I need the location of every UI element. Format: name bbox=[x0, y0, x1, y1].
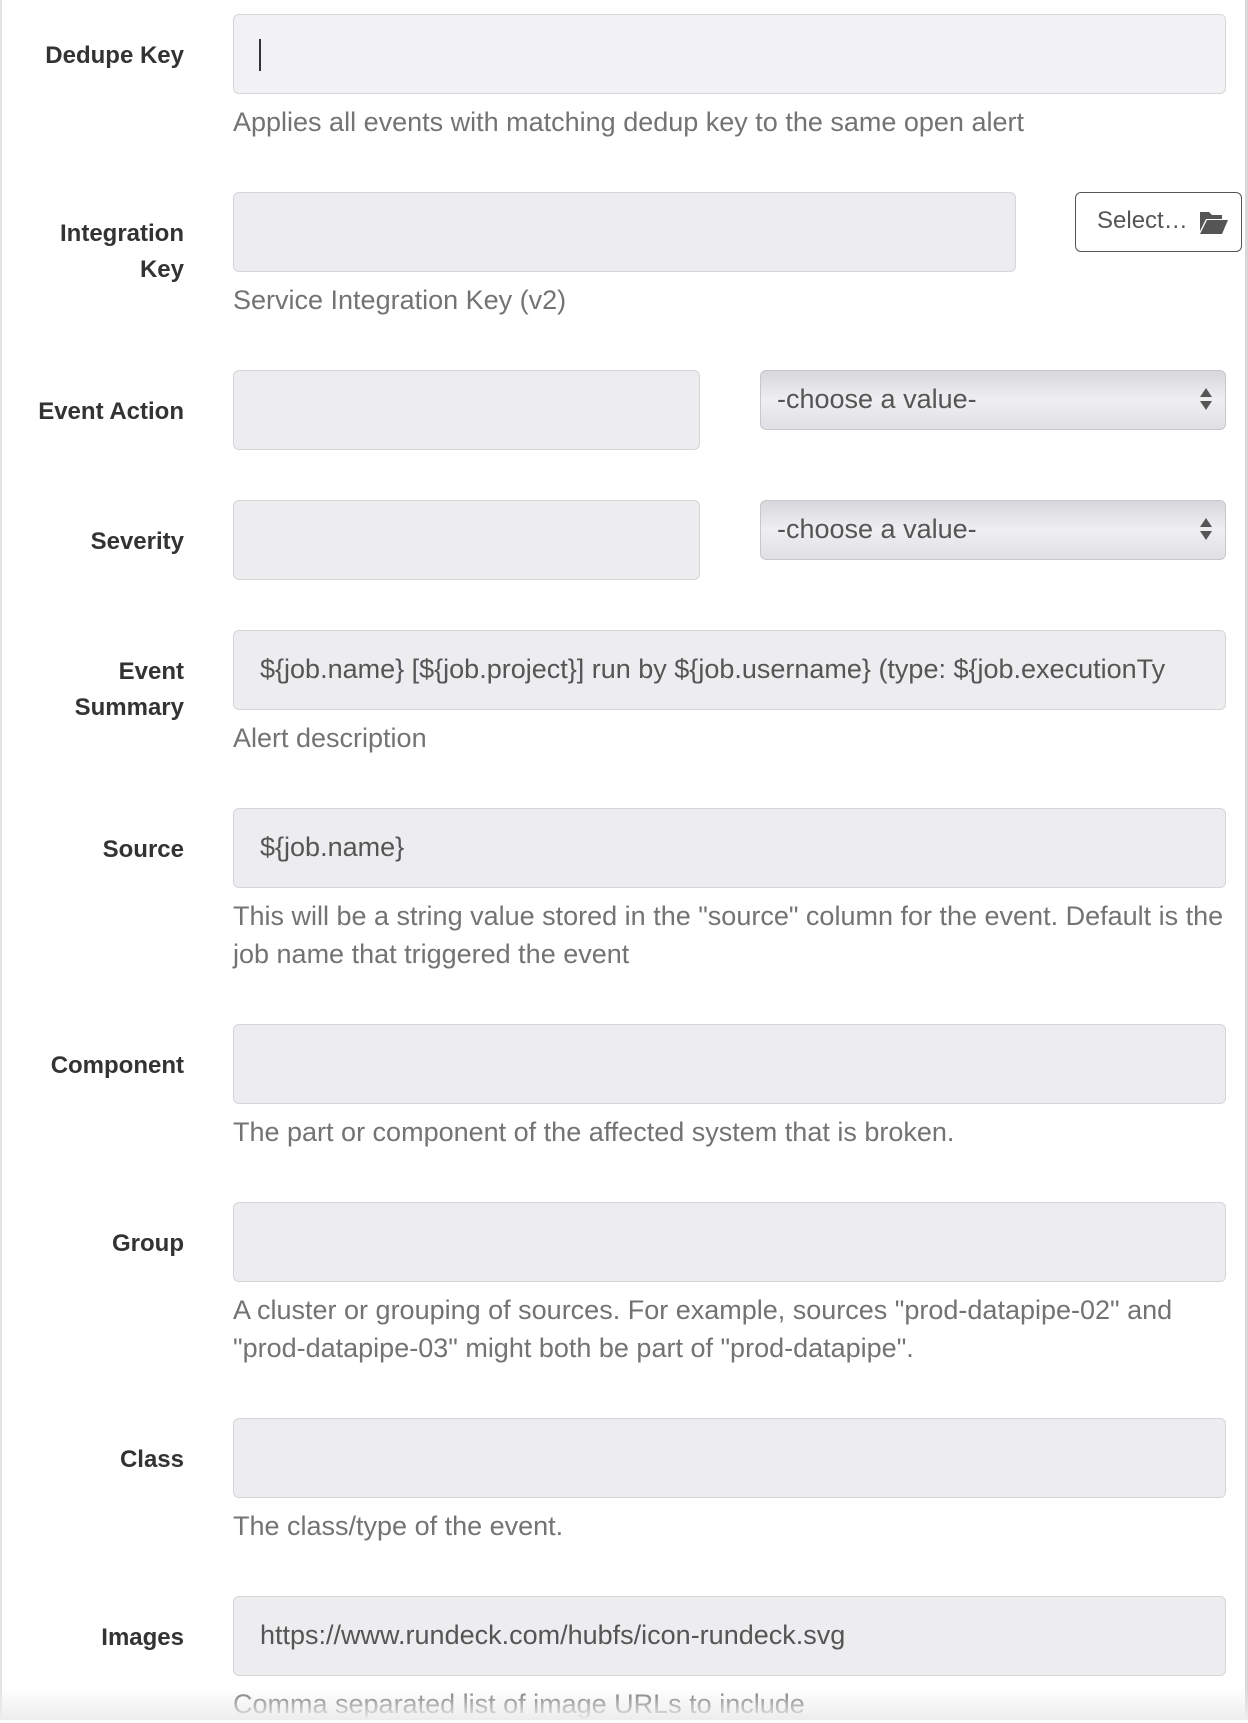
dedupe-key-input[interactable] bbox=[233, 14, 1226, 94]
select-button-label: Select… bbox=[1097, 207, 1188, 234]
images-help: Comma separated list of image URLs to in… bbox=[233, 1689, 805, 1719]
source-input[interactable]: ${job.name} bbox=[233, 808, 1226, 888]
component-label: Component bbox=[50, 1052, 184, 1079]
event-summary-help: Alert description bbox=[233, 723, 427, 753]
integration-key-label: Integration Key bbox=[60, 220, 184, 283]
integration-key-help: Service Integration Key (v2) bbox=[233, 285, 567, 315]
select-arrows-icon bbox=[1200, 388, 1212, 410]
select-arrows-icon bbox=[1200, 518, 1212, 540]
class-input[interactable] bbox=[233, 1418, 1226, 1498]
event-action-label: Event Action bbox=[38, 398, 184, 425]
severity-select-value: -choose a value- bbox=[777, 514, 977, 544]
event-summary-label: Event Summary bbox=[74, 658, 184, 721]
dedupe-key-label: Dedupe Key bbox=[45, 42, 184, 69]
folder-open-icon bbox=[1200, 212, 1228, 234]
group-input[interactable] bbox=[233, 1202, 1226, 1282]
event-summary-input[interactable]: ${job.name} [${job.project}] run by ${jo… bbox=[233, 630, 1226, 710]
component-help: The part or component of the affected sy… bbox=[233, 1117, 955, 1147]
severity-label: Severity bbox=[90, 528, 184, 555]
event-action-select-value: -choose a value- bbox=[777, 384, 977, 414]
event-action-input[interactable] bbox=[233, 370, 700, 450]
group-label: Group bbox=[112, 1230, 184, 1257]
severity-input[interactable] bbox=[233, 500, 700, 580]
class-label: Class bbox=[119, 1446, 184, 1473]
event-action-select[interactable]: -choose a value- bbox=[760, 370, 1226, 430]
dedupe-key-help: Applies all events with matching dedup k… bbox=[233, 107, 1024, 137]
source-help: This will be a string value stored in th… bbox=[233, 901, 1224, 969]
group-help: A cluster or grouping of sources. For ex… bbox=[233, 1295, 1173, 1363]
severity-select[interactable]: -choose a value- bbox=[760, 500, 1226, 560]
text-caret bbox=[259, 38, 261, 71]
images-label: Images bbox=[101, 1624, 184, 1651]
integration-key-select-button[interactable]: Select… bbox=[1075, 192, 1242, 252]
page-left-border bbox=[0, 0, 2, 1720]
integration-key-input[interactable] bbox=[233, 192, 1016, 272]
class-help: The class/type of the event. bbox=[233, 1511, 564, 1541]
source-label: Source bbox=[102, 836, 184, 863]
component-input[interactable] bbox=[233, 1024, 1226, 1104]
images-input[interactable]: https://www.rundeck.com/hubfs/icon-runde… bbox=[233, 1596, 1226, 1676]
